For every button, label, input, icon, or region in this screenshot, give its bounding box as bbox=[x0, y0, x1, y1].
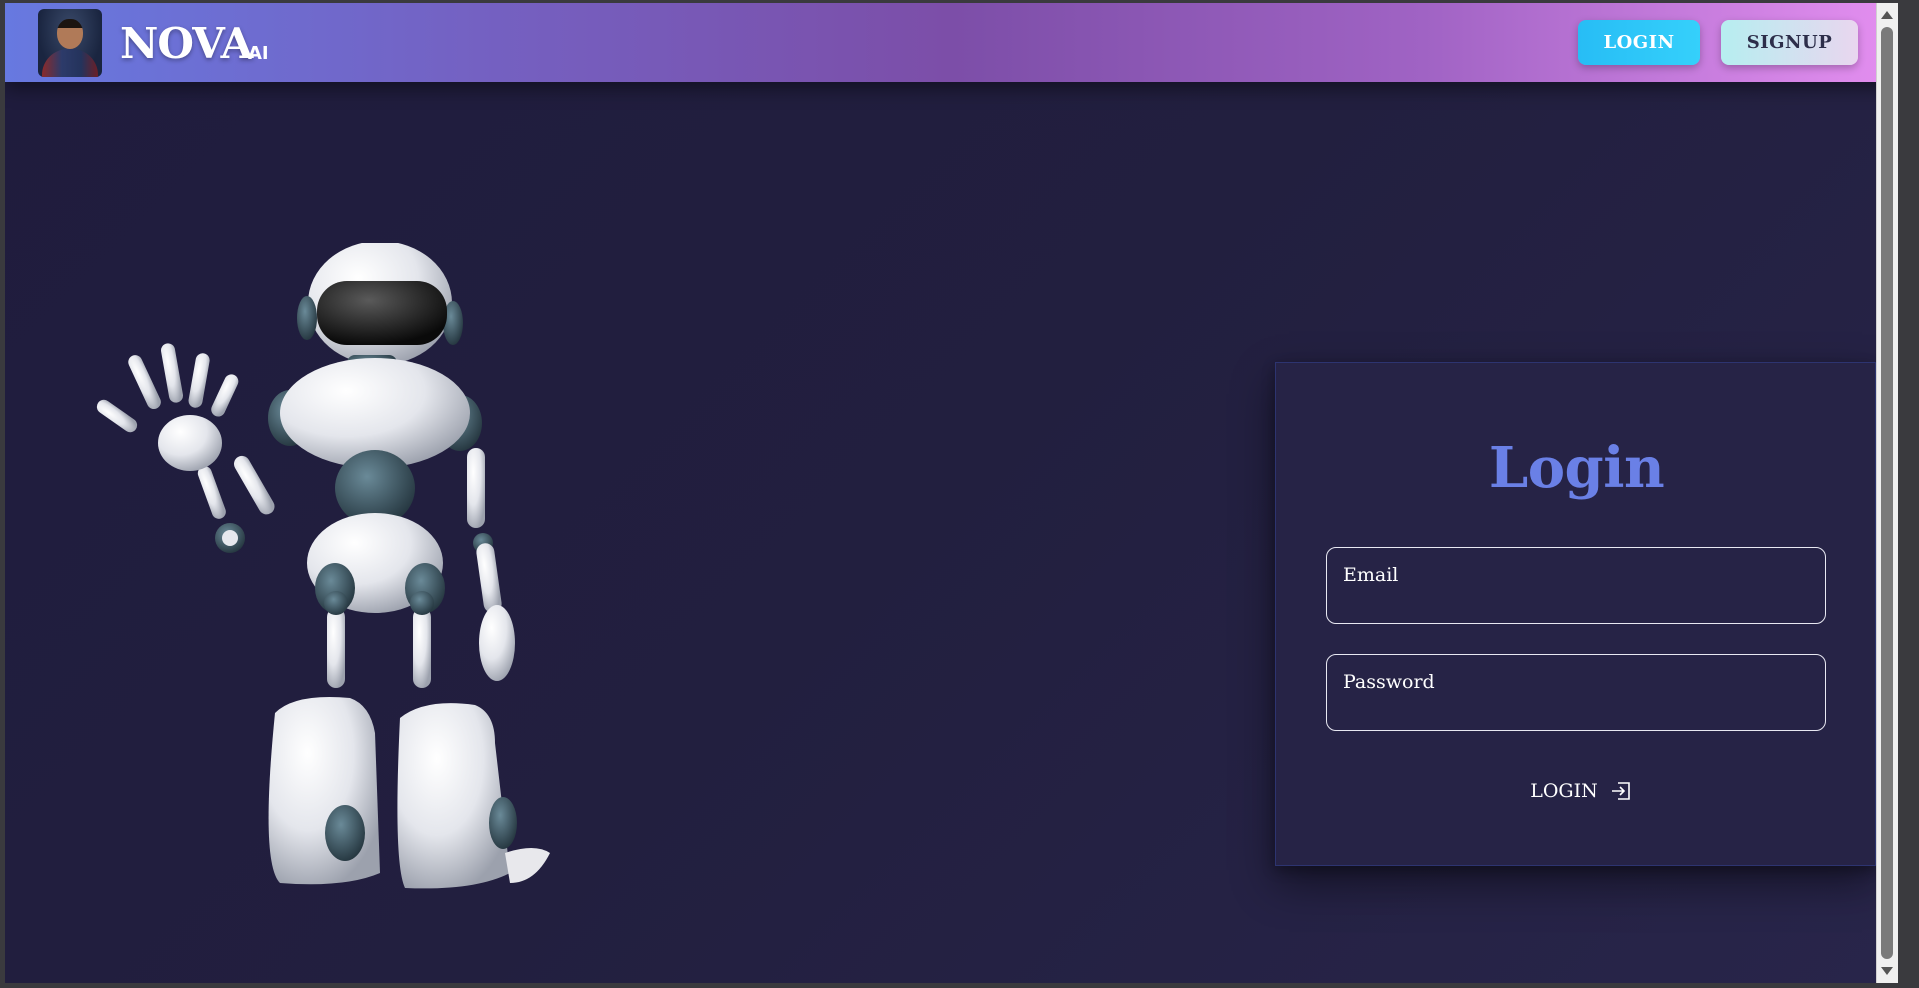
navbar: NOVA AI LOGIN SIGNUP bbox=[5, 3, 1898, 82]
brand-logo-suffix: AI bbox=[248, 43, 269, 64]
robot-icon bbox=[96, 241, 550, 889]
avatar-head bbox=[57, 19, 83, 49]
login-title: Login bbox=[1488, 435, 1665, 501]
login-submit-label: LOGIN bbox=[1530, 780, 1598, 802]
nav-signup-button[interactable]: SIGNUP bbox=[1721, 20, 1858, 65]
nav-login-button[interactable]: LOGIN bbox=[1578, 20, 1700, 65]
scroll-down-icon[interactable] bbox=[1881, 967, 1893, 975]
login-card: Login LOGIN bbox=[1275, 362, 1876, 866]
password-input[interactable] bbox=[1327, 655, 1825, 730]
login-arrow-icon bbox=[1610, 781, 1632, 801]
password-field[interactable] bbox=[1326, 654, 1826, 731]
brand-logo-text: NOVA bbox=[120, 19, 253, 68]
vertical-scrollbar[interactable] bbox=[1876, 3, 1898, 983]
email-input[interactable] bbox=[1327, 548, 1825, 623]
email-field[interactable] bbox=[1326, 547, 1826, 624]
app-window: NOVA AI LOGIN SIGNUP Login Email LOGIN bbox=[5, 3, 1898, 983]
robot-illustration bbox=[95, 241, 565, 903]
avatar[interactable] bbox=[38, 9, 102, 77]
scroll-up-icon[interactable] bbox=[1881, 11, 1893, 19]
login-submit-button[interactable]: LOGIN bbox=[1511, 775, 1651, 807]
scroll-thumb[interactable] bbox=[1881, 27, 1893, 959]
avatar-body bbox=[42, 49, 98, 77]
